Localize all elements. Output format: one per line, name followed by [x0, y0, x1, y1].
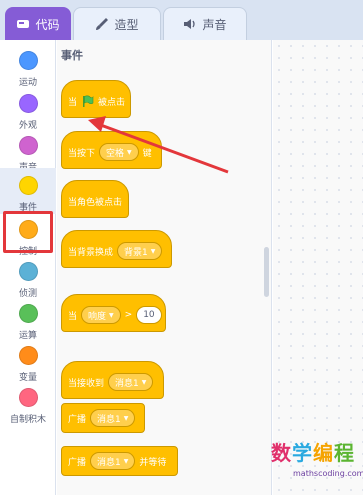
- message-dropdown[interactable]: 消息1 ▼: [90, 452, 136, 470]
- sensor-dropdown[interactable]: 响度 ▼: [81, 306, 121, 324]
- category-events[interactable]: 事件: [0, 168, 56, 214]
- dropdown-value: 消息1: [97, 457, 121, 468]
- speaker-icon: [183, 17, 197, 31]
- dropdown-caret-icon: ▼: [127, 148, 132, 156]
- block-text: 当角色被点击: [68, 197, 123, 208]
- logo-char: 数: [271, 441, 291, 465]
- brush-icon: [95, 17, 109, 31]
- block-text: 键: [142, 148, 152, 159]
- block-text: 被点击: [98, 97, 126, 108]
- events-highlight-box: [3, 211, 53, 253]
- palette-section-title: 事件: [61, 49, 83, 62]
- when-loudness-greater-block[interactable]: 当 响度 ▼ > 10: [61, 294, 166, 332]
- tab-bar: 代码 造型 声音: [0, 0, 363, 40]
- dropdown-value: 背景1: [124, 247, 148, 258]
- palette-scrollbar[interactable]: [264, 247, 269, 297]
- events-color-dot: [18, 176, 38, 195]
- logo-char: 程: [334, 441, 354, 465]
- dropdown-value: 空格: [106, 148, 125, 159]
- block-text: 并等待: [139, 457, 167, 468]
- dropdown-value: 响度: [88, 311, 107, 322]
- when-key-pressed-block[interactable]: 当按下 空格 ▼ 键: [61, 131, 162, 169]
- category-menu: 运动 外观 声音 事件 控制 侦测 运算 变量 自制积木: [0, 40, 56, 495]
- backdrop-dropdown[interactable]: 背景1 ▼: [117, 242, 163, 260]
- operators-color-dot: [18, 304, 38, 323]
- code-workspace[interactable]: [273, 40, 363, 495]
- when-sprite-clicked-block[interactable]: 当角色被点击: [61, 180, 129, 218]
- when-flag-clicked-block[interactable]: 当 被点击: [61, 80, 131, 118]
- block-text: 广播: [68, 414, 87, 425]
- motion-color-dot: [18, 51, 38, 70]
- block-text: 当按下: [68, 148, 96, 159]
- dropdown-caret-icon: ▼: [141, 378, 147, 386]
- dropdown-value: 消息1: [115, 378, 139, 389]
- broadcast-block[interactable]: 广播 消息1 ▼: [61, 403, 145, 433]
- variables-color-dot: [18, 346, 38, 365]
- operator-text: >: [124, 310, 133, 320]
- looks-color-dot: [18, 94, 38, 113]
- dropdown-caret-icon: ▼: [123, 457, 129, 465]
- my-blocks-color-dot: [18, 388, 38, 407]
- tab-sound-label: 声音: [202, 17, 227, 32]
- category-my-blocks[interactable]: 自制积木: [0, 380, 56, 438]
- sensing-color-dot: [18, 262, 38, 281]
- green-flag-icon: [81, 95, 94, 108]
- logo-url: mathscoding.com: [293, 469, 363, 478]
- dropdown-caret-icon: ▼: [123, 414, 129, 422]
- block-text: 当背景换成: [68, 247, 114, 258]
- tab-code-label: 代码: [35, 17, 60, 32]
- tab-code[interactable]: 代码: [5, 7, 71, 40]
- block-text: 当: [68, 97, 78, 108]
- dropdown-caret-icon: ▼: [150, 247, 156, 255]
- category-label: 自制积木: [9, 415, 46, 425]
- sound-color-dot: [18, 136, 38, 155]
- code-icon: [16, 17, 30, 31]
- logo-char: 学: [292, 441, 312, 465]
- logo-char: 编: [313, 441, 333, 465]
- when-backdrop-switches-block[interactable]: 当背景换成 背景1 ▼: [61, 230, 172, 268]
- message-dropdown[interactable]: 消息1 ▼: [90, 409, 136, 427]
- block-text: 当接收到: [68, 378, 105, 389]
- dropdown-caret-icon: ▼: [109, 311, 114, 319]
- tab-costume[interactable]: 造型: [73, 7, 161, 40]
- tab-costume-label: 造型: [114, 17, 139, 32]
- block-text: 广播: [68, 457, 87, 468]
- threshold-input[interactable]: 10: [136, 306, 162, 324]
- broadcast-and-wait-block[interactable]: 广播 消息1 ▼ 并等待: [61, 446, 178, 476]
- block-text: 当: [68, 311, 78, 322]
- message-dropdown[interactable]: 消息1 ▼: [108, 373, 154, 391]
- dropdown-value: 消息1: [97, 414, 121, 425]
- when-i-receive-block[interactable]: 当接收到 消息1 ▼: [61, 361, 164, 399]
- tab-sound[interactable]: 声音: [163, 7, 247, 40]
- watermark-logo: 数 学 编 程 mathscoding.com: [269, 440, 363, 492]
- key-dropdown[interactable]: 空格 ▼: [99, 143, 139, 161]
